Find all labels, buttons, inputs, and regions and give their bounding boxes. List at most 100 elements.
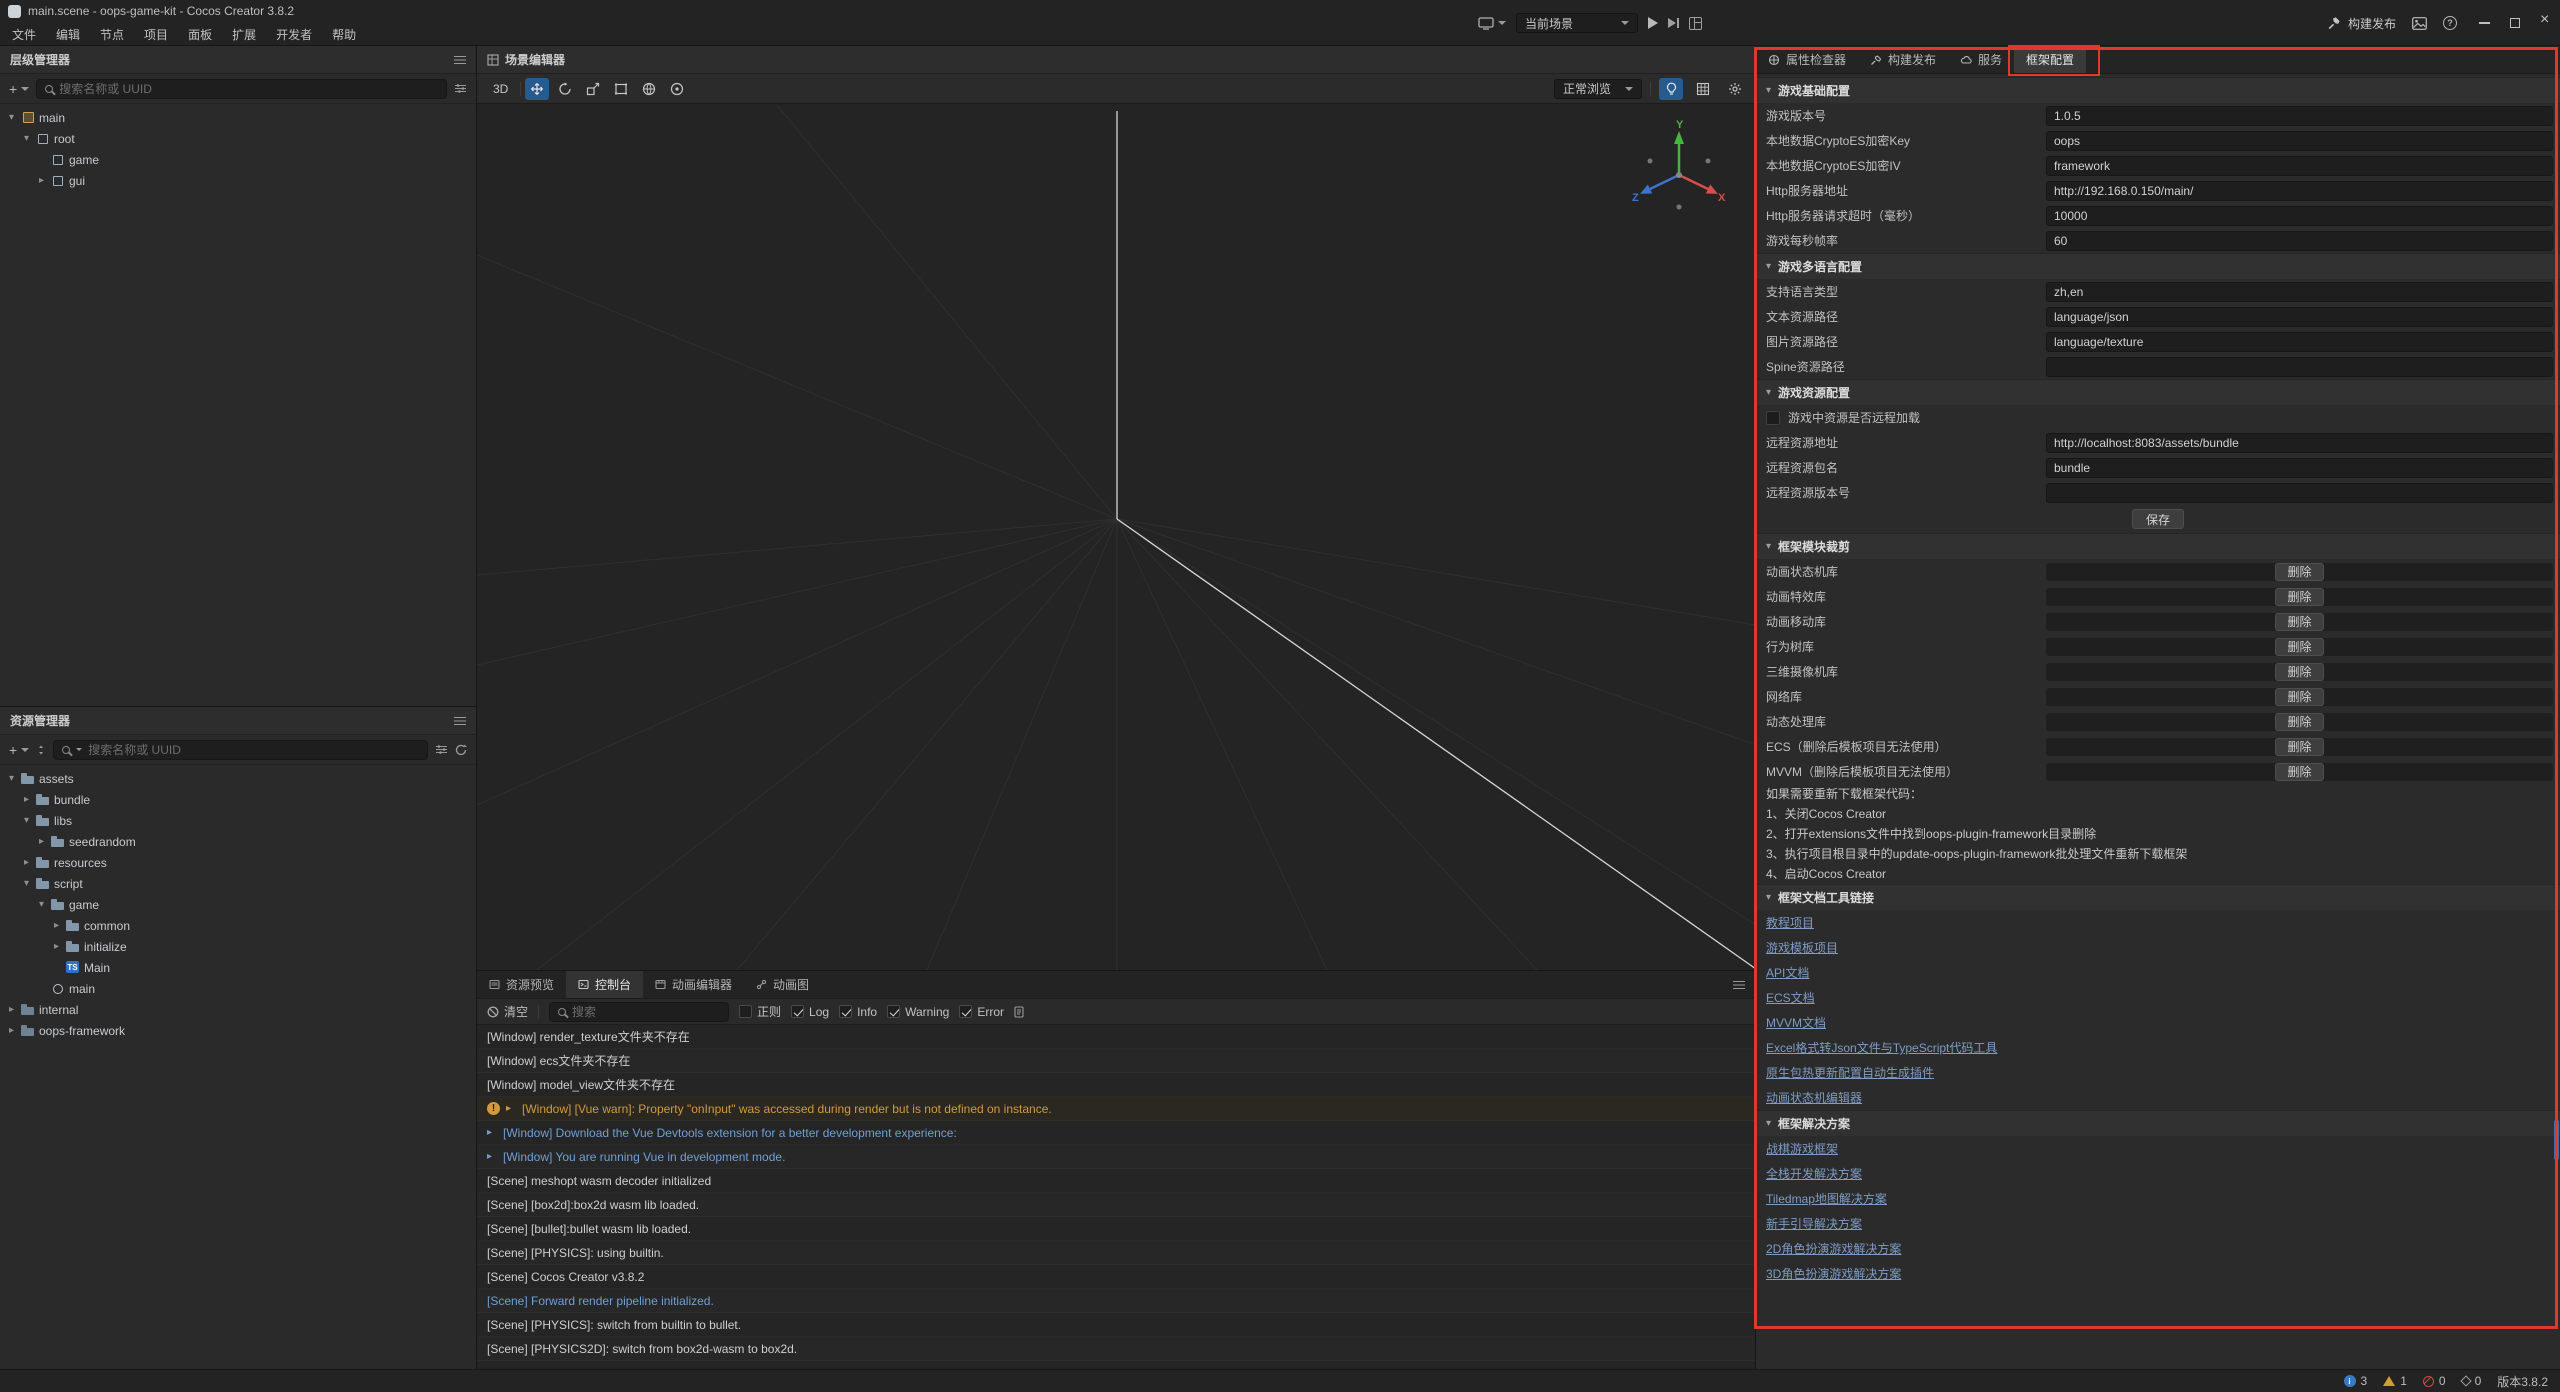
field-input[interactable]: framework (2046, 156, 2553, 176)
asset-node[interactable]: ▾ assets (0, 768, 476, 789)
field-input[interactable]: bundle (2046, 458, 2553, 478)
asset-node[interactable]: Main (0, 957, 476, 978)
preview-target-button[interactable] (1478, 17, 1506, 30)
expand-arrow-icon[interactable] (487, 1127, 497, 1138)
tab-animation-editor[interactable]: 动画编辑器 (643, 971, 744, 998)
delete-module-button[interactable]: 删除 (2275, 688, 2323, 706)
build-publish-button[interactable]: 构建发布 (2327, 15, 2396, 32)
field-input[interactable] (2046, 483, 2553, 503)
panel-menu-icon[interactable] (454, 716, 466, 726)
log-filter-checkbox[interactable]: Error (959, 1005, 1004, 1019)
create-node-button[interactable]: + (9, 84, 29, 94)
field-input[interactable]: oops (2046, 131, 2553, 151)
step-button[interactable] (1668, 18, 1679, 28)
log-row[interactable]: [Scene] [PHYSICS]: using builtin. (477, 1241, 1755, 1265)
section-language-config[interactable]: 游戏多语言配置 (1756, 253, 2560, 279)
expand-chevron-icon[interactable]: ▸ (51, 920, 62, 931)
preview-image-icon[interactable] (2412, 17, 2427, 30)
panel-menu-icon[interactable] (454, 55, 466, 65)
console-log-list[interactable]: [Window] render_texture文件夹不存在 [Window] e… (477, 1025, 1755, 1370)
log-filter-checkbox[interactable]: Log (791, 1005, 829, 1019)
doc-link[interactable]: ECS文档 (1766, 989, 1815, 1006)
asset-node[interactable]: ▸ resources (0, 852, 476, 873)
asset-node[interactable]: ▾ libs (0, 810, 476, 831)
solution-link[interactable]: Tiledmap地图解决方案 (1766, 1190, 1887, 1207)
scene-grid-toggle-button[interactable] (1691, 78, 1715, 100)
tab-build-publish[interactable]: 构建发布 (1858, 46, 1948, 73)
layout-button[interactable] (1689, 17, 1702, 30)
tab-console[interactable]: 控制台 (566, 971, 643, 998)
asset-node[interactable]: ▸ initialize (0, 936, 476, 957)
solution-link[interactable]: 全栈开发解决方案 (1766, 1165, 1862, 1182)
scrollbar-thumb[interactable] (2554, 1120, 2559, 1160)
assets-search-input[interactable]: 搜索名称或 UUID (53, 740, 428, 760)
delete-module-button[interactable]: 删除 (2275, 638, 2323, 656)
asset-node[interactable]: ▸ internal (0, 999, 476, 1020)
log-row[interactable]: [Scene] [bullet]:bullet wasm lib loaded. (477, 1217, 1755, 1241)
doc-link[interactable]: Excel格式转Json文件与TypeScript代码工具 (1766, 1039, 1997, 1056)
field-input[interactable]: 60 (2046, 231, 2553, 251)
log-row[interactable]: [Window] You are running Vue in developm… (477, 1145, 1755, 1169)
log-row[interactable]: [Scene] [PHYSICS]: switch from builtin t… (477, 1313, 1755, 1337)
field-input[interactable]: language/texture (2046, 332, 2553, 352)
tab-animation-graph[interactable]: 动画图 (744, 971, 821, 998)
menu-item[interactable]: 文件 (2, 24, 46, 45)
log-row[interactable]: [Window] render_texture文件夹不存在 (477, 1025, 1755, 1049)
world-space-toggle-button[interactable] (637, 78, 661, 100)
menu-item[interactable]: 面板 (178, 24, 222, 45)
log-row[interactable]: [Window] model_view文件夹不存在 (477, 1073, 1755, 1097)
status-messages[interactable]: 3 (2344, 1374, 2368, 1388)
hierarchy-node[interactable]: game (0, 149, 476, 170)
asset-node[interactable]: ▸ seedrandom (0, 831, 476, 852)
status-errors[interactable]: 0 (2423, 1374, 2446, 1388)
expand-chevron-icon[interactable]: ▸ (21, 794, 32, 805)
field-input[interactable]: 1.0.5 (2046, 106, 2553, 126)
solution-link[interactable]: 新手引导解决方案 (1766, 1215, 1862, 1232)
move-tool-button[interactable] (525, 78, 549, 100)
menu-item[interactable]: 帮助 (322, 24, 366, 45)
solution-link[interactable]: 战棋游戏框架 (1766, 1140, 1838, 1157)
mode-3d-button[interactable]: 3D (485, 82, 516, 96)
expand-chevron-icon[interactable]: ▾ (21, 815, 32, 826)
log-row[interactable]: [Scene] Cocos Creator v3.8.2 (477, 1265, 1755, 1289)
tab-asset-preview[interactable]: 资源预览 (477, 971, 566, 998)
delete-module-button[interactable]: 删除 (2275, 588, 2323, 606)
doc-link[interactable]: 原生包热更新配置自动生成插件 (1766, 1064, 1934, 1081)
asset-node[interactable]: ▸ common (0, 915, 476, 936)
scene-settings-button[interactable] (1723, 78, 1747, 100)
doc-link[interactable]: 动画状态机编辑器 (1766, 1089, 1862, 1106)
field-input[interactable] (2046, 357, 2553, 377)
tab-framework-config[interactable]: 框架配置 (2014, 46, 2086, 73)
hierarchy-node[interactable]: ▾ root (0, 128, 476, 149)
menu-item[interactable]: 项目 (134, 24, 178, 45)
log-row[interactable]: [Scene] [box2d]:box2d wasm lib loaded. (477, 1193, 1755, 1217)
solution-link[interactable]: 2D角色扮演游戏解决方案 (1766, 1240, 1901, 1257)
delete-module-button[interactable]: 删除 (2275, 763, 2323, 781)
current-scene-select[interactable]: 当前场景 (1516, 13, 1638, 33)
expand-chevron-icon[interactable]: ▸ (51, 941, 62, 952)
field-input[interactable]: http://192.168.0.150/main/ (2046, 181, 2553, 201)
section-resource-config[interactable]: 游戏资源配置 (1756, 379, 2560, 405)
help-icon[interactable] (2443, 16, 2457, 30)
expand-chevron-icon[interactable]: ▾ (21, 133, 32, 144)
log-row[interactable]: [Window] ecs文件夹不存在 (477, 1049, 1755, 1073)
doc-link[interactable]: API文档 (1766, 964, 1809, 981)
menu-item[interactable]: 开发者 (266, 24, 322, 45)
view-mode-select[interactable]: 正常浏览 (1554, 79, 1642, 99)
delete-module-button[interactable]: 删除 (2275, 613, 2323, 631)
expand-chevron-icon[interactable]: ▸ (21, 857, 32, 868)
menu-item[interactable]: 编辑 (46, 24, 90, 45)
section-solutions[interactable]: 框架解决方案 (1756, 1110, 2560, 1136)
expand-chevron-icon[interactable]: ▸ (6, 1025, 17, 1036)
log-row[interactable]: [Scene] meshopt wasm decoder initialized (477, 1169, 1755, 1193)
doc-link[interactable]: 游戏模板项目 (1766, 939, 1838, 956)
section-basic-config[interactable]: 游戏基础配置 (1756, 77, 2560, 103)
menu-item[interactable]: 节点 (90, 24, 134, 45)
asset-node[interactable]: ▸ oops-framework (0, 1020, 476, 1041)
create-asset-button[interactable]: + (9, 745, 29, 755)
status-tasks[interactable]: 0 (2462, 1374, 2482, 1388)
menu-item[interactable]: 扩展 (222, 24, 266, 45)
console-tabbar-menu[interactable] (1733, 971, 1755, 998)
delete-module-button[interactable]: 删除 (2275, 563, 2323, 581)
console-search-input[interactable]: 搜索 (549, 1002, 729, 1022)
